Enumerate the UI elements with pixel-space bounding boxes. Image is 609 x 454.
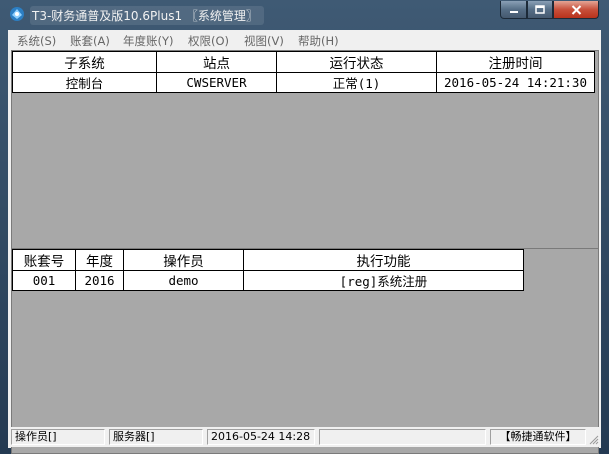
task-table: 账套号 年度 操作员 执行功能 001 2016 demo [reg]系统注册: [12, 249, 524, 291]
column-account-no[interactable]: 账套号: [12, 249, 76, 271]
cell-station[interactable]: CWSERVER: [156, 72, 277, 93]
column-operator[interactable]: 操作员: [123, 249, 244, 271]
status-operator: 操作员[]: [11, 429, 105, 445]
column-function[interactable]: 执行功能: [243, 249, 524, 271]
column-run-status[interactable]: 运行状态: [276, 51, 437, 73]
app-logo-icon: [10, 7, 24, 21]
menu-system[interactable]: 系统(S): [17, 33, 56, 49]
maximize-icon: [535, 5, 545, 14]
menu-account-set[interactable]: 账套(A): [70, 33, 110, 49]
cell-subsystem[interactable]: 控制台: [12, 72, 157, 93]
close-button[interactable]: [553, 1, 599, 19]
maximize-button[interactable]: [527, 1, 553, 19]
window-title: T3-财务通普及版10.6Plus1 〖系统管理〗: [30, 6, 264, 25]
minimize-icon: [509, 10, 518, 13]
status-empty-pane: [319, 429, 486, 445]
column-year[interactable]: 年度: [75, 249, 124, 271]
subsystem-table: 子系统 站点 运行状态 注册时间 控制台 CWSERVER 正常(1) 2016…: [12, 51, 595, 93]
status-datetime: 2016-05-24 14:28: [207, 429, 315, 445]
cell-account-no[interactable]: 001: [12, 270, 76, 291]
menu-permissions[interactable]: 权限(O): [188, 33, 229, 49]
status-brand: 【畅捷通软件】: [490, 429, 586, 445]
column-subsystem[interactable]: 子系统: [12, 51, 157, 73]
column-station[interactable]: 站点: [156, 51, 277, 73]
cell-run-status[interactable]: 正常(1): [276, 72, 437, 93]
cell-function[interactable]: [reg]系统注册: [243, 270, 524, 291]
minimize-button[interactable]: [500, 1, 527, 19]
cell-register-time[interactable]: 2016-05-24 14:21:30: [436, 72, 595, 93]
close-icon: [571, 4, 581, 15]
column-register-time[interactable]: 注册时间: [436, 51, 595, 73]
task-header-row: 账套号 年度 操作员 执行功能: [12, 249, 524, 271]
menu-bar: 系统(S) 账套(A) 年度账(Y) 权限(O) 视图(V) 帮助(H): [8, 30, 601, 50]
menu-view[interactable]: 视图(V): [244, 33, 284, 49]
subsystem-header-row: 子系统 站点 运行状态 注册时间: [12, 51, 595, 73]
cell-operator[interactable]: demo: [123, 270, 244, 291]
resize-grip-icon[interactable]: [589, 435, 599, 445]
client-area: 系统(S) 账套(A) 年度账(Y) 权限(O) 视图(V) 帮助(H) 子系统…: [8, 30, 601, 454]
table-row[interactable]: 001 2016 demo [reg]系统注册: [12, 270, 524, 291]
title-bar[interactable]: T3-财务通普及版10.6Plus1 〖系统管理〗: [0, 0, 609, 28]
subsystem-panel: 子系统 站点 运行状态 注册时间 控制台 CWSERVER 正常(1) 2016…: [11, 50, 599, 274]
task-panel: 账套号 年度 操作员 执行功能 001 2016 demo [reg]系统注册: [11, 248, 599, 454]
cell-year[interactable]: 2016: [75, 270, 124, 291]
application-window: T3-财务通普及版10.6Plus1 〖系统管理〗 系统(S) 账套(A) 年度…: [0, 0, 609, 454]
status-server: 服务器[]: [109, 429, 203, 445]
menu-help[interactable]: 帮助(H): [298, 33, 339, 49]
table-row[interactable]: 控制台 CWSERVER 正常(1) 2016-05-24 14:21:30: [12, 72, 595, 93]
status-bar: 操作员[] 服务器[] 2016-05-24 14:28 【畅捷通软件】: [8, 427, 601, 447]
menu-fiscal-year[interactable]: 年度账(Y): [123, 33, 174, 49]
